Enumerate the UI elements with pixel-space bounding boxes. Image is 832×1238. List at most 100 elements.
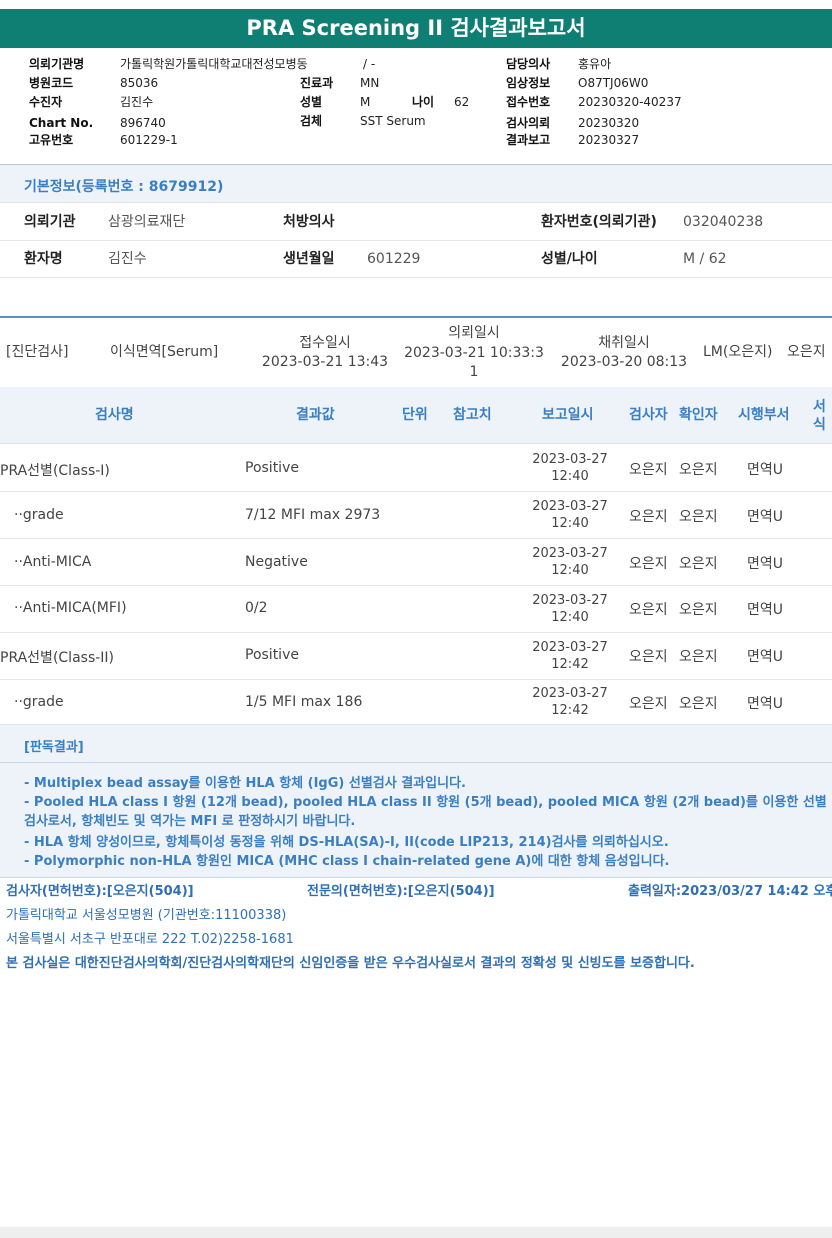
result-confirmer: 오은지: [679, 509, 718, 525]
doctor-value: 홍유아: [578, 57, 612, 71]
th-unit: 단위: [402, 407, 428, 423]
result-dept: 면역U: [747, 462, 784, 478]
footer-tester: 검사자(면허번호):[오은지(504)]: [6, 884, 194, 899]
basic-info-title: 기본정보(등록번호 : 8679912): [24, 179, 224, 195]
result-name: ··Anti-MICA(MFI): [14, 600, 127, 616]
bi-name-label: 환자명: [24, 251, 63, 267]
sex-value: M: [360, 95, 371, 109]
dx-requested-label: 의뢰일시: [448, 325, 500, 341]
th-reference: 참고치: [453, 407, 492, 423]
result-time: 12:42: [551, 703, 589, 718]
result-tester: 오은지: [629, 696, 668, 712]
patient-label: 수진자: [29, 95, 63, 109]
dx-requested-value-cont: 1: [469, 364, 479, 380]
result-tester: 오은지: [629, 462, 668, 478]
bi-name-value: 김진수: [108, 251, 147, 267]
result-value: 7/12 MFI max 2973: [245, 507, 381, 523]
th-name: 검사명: [95, 407, 134, 423]
receipt-label: 접수번호: [506, 95, 551, 109]
result-time: 12:40: [551, 563, 589, 578]
table-row: ··Anti-MICA Negative 2023-03-27 12:40 오은…: [0, 539, 832, 586]
results-table-header: 검사명 결과값 단위 참고치 보고일시 검사자 확인자 시행부서 서 식: [0, 387, 832, 444]
th-dept: 시행부서: [738, 407, 790, 423]
age-label: 나이: [412, 95, 435, 109]
unique-no-value: 601229-1: [120, 133, 178, 147]
result-date: 2023-03-27: [532, 593, 608, 608]
result-confirmer: 오은지: [679, 602, 718, 618]
reported-value: 20230327: [578, 133, 640, 147]
th-format-2: 식: [813, 417, 826, 433]
th-tester: 검사자: [629, 407, 668, 423]
footer-printed: 출력일자:2023/03/27 14:42 오후: [628, 884, 832, 899]
dx-requested-value: 2023-03-21 10:33:3: [404, 345, 544, 361]
receipt-value: 20230320-40237: [578, 95, 682, 109]
th-format-1: 서: [813, 399, 826, 415]
judgement-bar: [판독결과]: [0, 725, 832, 763]
result-time: 12:40: [551, 610, 589, 625]
basic-info-row-1: 의뢰기관 삼광의료재단 처방의사 환자번호(의뢰기관) 032040238: [0, 204, 832, 241]
patient-value: 김진수: [120, 95, 154, 109]
table-row: PRA선별(Class-I) Positive 2023-03-27 12:40…: [0, 445, 832, 492]
result-date: 2023-03-27: [532, 686, 608, 701]
result-time: 12:40: [551, 516, 589, 531]
table-row: PRA선별(Class-II) Positive 2023-03-27 12:4…: [0, 633, 832, 680]
age-value: 62: [454, 95, 470, 109]
judgement-line: - Polymorphic non-HLA 항원인 MICA (MHC clas…: [24, 854, 670, 869]
dx-category: [진단검사]: [6, 344, 69, 360]
footer-hospital: 가톨릭대학교 서울성모병원 (기관번호:11100338): [6, 908, 287, 923]
result-tester: 오은지: [629, 556, 668, 572]
th-report-date: 보고일시: [542, 407, 594, 423]
clinical-label: 임상정보: [506, 76, 551, 90]
result-name: ··grade: [14, 694, 64, 710]
table-row: ··grade 1/5 MFI max 186 2023-03-27 12:42…: [0, 679, 832, 725]
result-dept: 면역U: [747, 602, 784, 618]
result-date: 2023-03-27: [532, 546, 608, 561]
requested-value: 20230320: [578, 116, 640, 130]
result-name: ··grade: [14, 507, 64, 523]
result-dept: 면역U: [747, 696, 784, 712]
result-value: Positive: [245, 647, 299, 663]
result-tester: 오은지: [629, 509, 668, 525]
judgement-line: - HLA 항체 양성이므로, 항체특이성 동정을 위해 DS-HLA(SA)-…: [24, 835, 669, 850]
dx-received-value: 2023-03-21 13:43: [261, 354, 389, 370]
table-row: ··grade 7/12 MFI max 2973 2023-03-27 12:…: [0, 492, 832, 539]
report-title: PRA Screening II 검사결과보고서: [0, 9, 832, 48]
bi-institution-label: 의뢰기관: [24, 214, 76, 230]
doctor-label: 담당의사: [506, 57, 551, 71]
bi-sexage-label: 성별/나이: [541, 251, 598, 267]
footer-certification: 본 검사실은 대한진단검사의학회/진단검사의학재단의 신임인증을 받은 우수검사…: [6, 956, 695, 971]
diagnosis-divider: [0, 316, 832, 318]
hospital-code-value: 85036: [120, 76, 159, 90]
institution-label: 의뢰기관명: [29, 57, 85, 71]
sex-label: 성별: [300, 95, 323, 109]
clinical-value: O87TJ06W0: [578, 76, 649, 90]
reported-label: 결과보고: [506, 133, 551, 147]
table-row: ··Anti-MICA(MFI) 0/2 2023-03-27 12:40 오은…: [0, 586, 832, 633]
specimen-value: SST Serum: [360, 114, 426, 128]
dx-collected-label: 채취일시: [598, 335, 650, 351]
basic-info-bar: 기본정보(등록번호 : 8679912): [0, 165, 832, 203]
result-name: PRA선별(Class-II): [0, 650, 115, 666]
result-date: 2023-03-27: [532, 499, 608, 514]
bi-institution-value: 삼광의료재단: [108, 214, 186, 230]
result-tester: 오은지: [629, 649, 668, 665]
dx-received-label: 접수일시: [299, 335, 351, 351]
result-date: 2023-03-27: [532, 640, 608, 655]
result-name: ··Anti-MICA: [14, 554, 92, 570]
result-dept: 면역U: [747, 509, 784, 525]
result-dept: 면역U: [747, 649, 784, 665]
th-confirmer: 확인자: [679, 407, 718, 423]
dx-collected-value: 2023-03-20 08:13: [560, 354, 688, 370]
dx-staff2: 오은지: [787, 344, 826, 360]
bi-sexage-value: M / 62: [683, 251, 727, 267]
specimen-label: 검체: [300, 114, 323, 128]
footer-specialist: 전문의(면허번호):[오은지(504)]: [307, 884, 495, 899]
result-value: Positive: [245, 460, 299, 476]
result-tester: 오은지: [629, 602, 668, 618]
result-confirmer: 오은지: [679, 696, 718, 712]
institution-value: 가톨릭학원가톨릭대학교대전성모병동: [120, 57, 308, 71]
dx-test: 이식면역[Serum]: [110, 344, 219, 360]
dept-label: 진료과: [300, 76, 334, 90]
result-confirmer: 오은지: [679, 649, 718, 665]
judgement-body: - Multiplex bead assay를 이용한 HLA 항체 (IgG)…: [0, 763, 832, 878]
